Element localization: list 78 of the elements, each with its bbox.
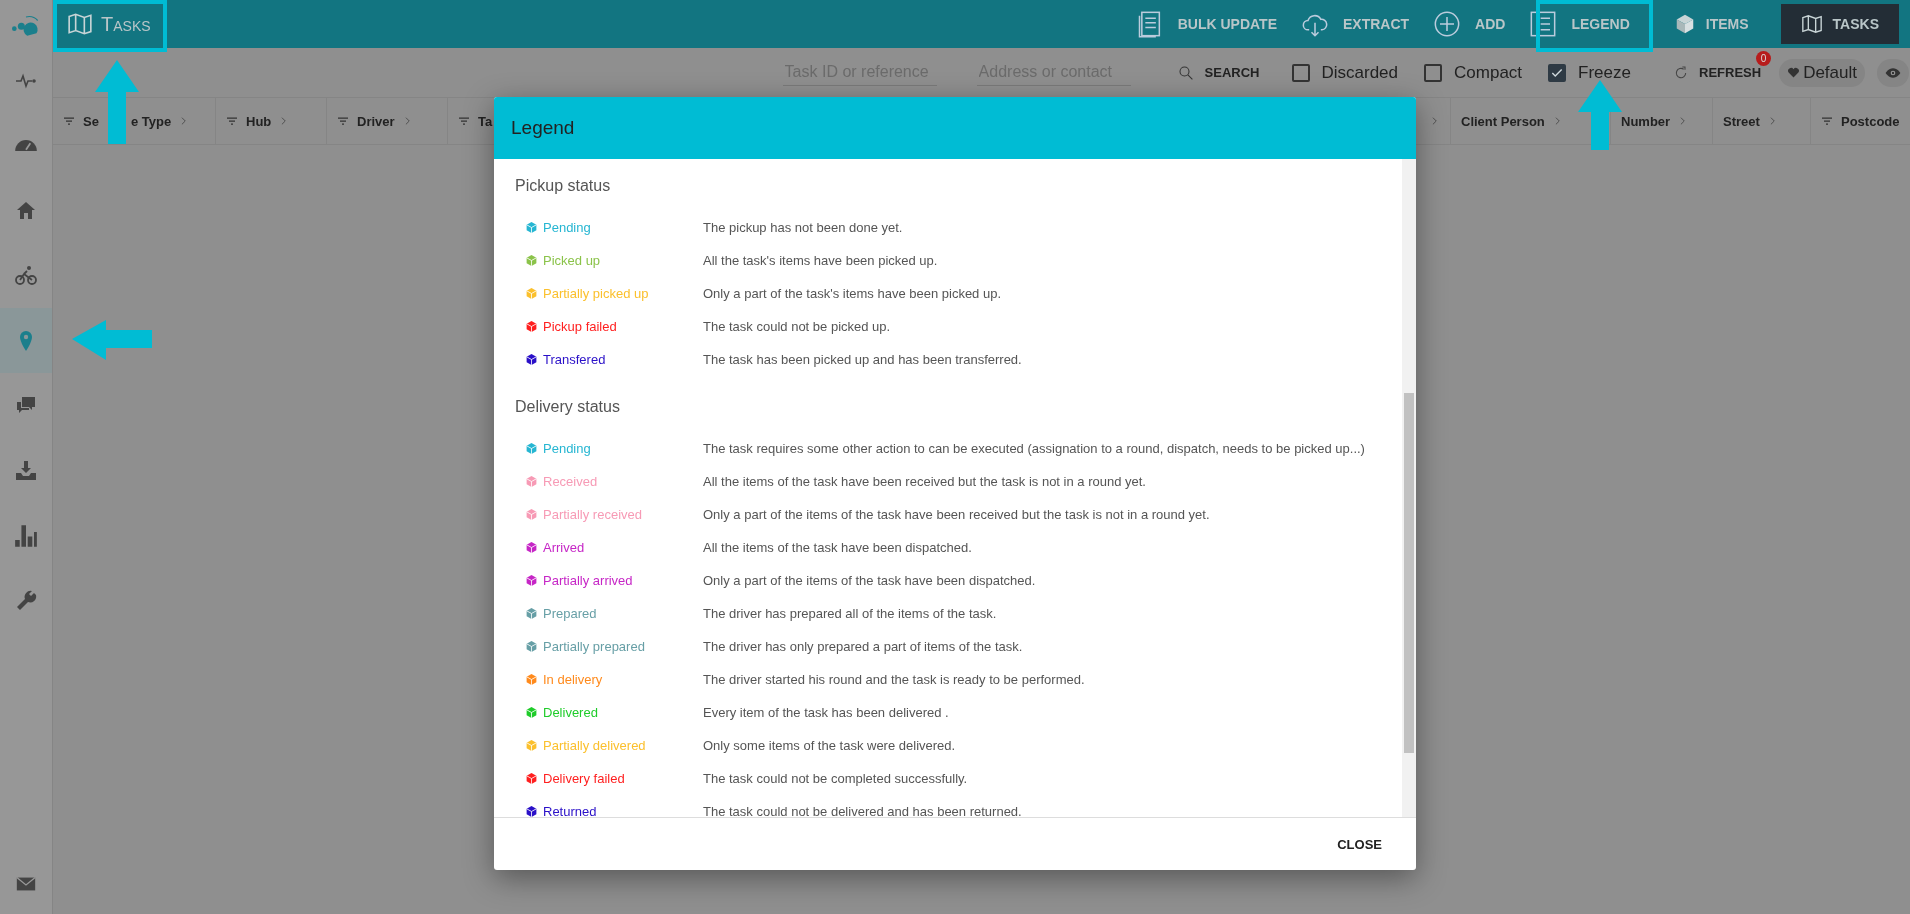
download-tray-icon <box>14 458 38 483</box>
column-header[interactable]: Hub <box>246 113 272 129</box>
checkbox-label: Compact <box>1454 62 1523 83</box>
toolbar-button[interactable]: ADD <box>1421 0 1518 48</box>
column-header[interactable]: Se <box>83 113 99 129</box>
status-label: Transfered <box>543 352 606 367</box>
toolbar-button[interactable]: BULK UPDATE <box>1123 0 1289 48</box>
title-text: Tasks <box>101 12 151 36</box>
close-button[interactable]: CLOSE <box>1327 828 1392 860</box>
status-label: Partially prepared <box>543 639 645 654</box>
status-description: The task could not be picked up. <box>703 319 891 334</box>
status-label: Partially arrived <box>543 573 633 588</box>
column-header[interactable]: e Type <box>130 113 172 129</box>
status-label: Returned <box>543 804 597 819</box>
section-title: Pickup status <box>515 176 612 196</box>
view-tab[interactable]: ITEMS <box>1653 4 1769 44</box>
checkbox-label: Discarded <box>1321 62 1399 83</box>
map-icon <box>1800 13 1823 35</box>
status-description: The task could not be delivered and has been returned. <box>703 804 1022 819</box>
preset-chip[interactable]: Default <box>1779 58 1865 87</box>
status-label: Prepared <box>543 606 597 621</box>
status-label: Partially picked up <box>543 286 649 301</box>
status-label: Partially received <box>543 507 642 522</box>
status-label: Delivered <box>543 705 598 720</box>
status-description: Only a part of the items of the task have been dispatched. <box>703 573 1036 588</box>
checkbox[interactable] <box>1424 63 1443 82</box>
status-label: Delivery failed <box>543 771 625 786</box>
status-description: Only some items of the task were delivered. <box>703 738 956 753</box>
status-label: In delivery <box>543 672 603 687</box>
scrollbar[interactable] <box>1402 159 1416 817</box>
heart-icon <box>1787 66 1801 79</box>
column-header[interactable]: Client Person <box>1461 113 1545 129</box>
toolbar-button[interactable]: EXTRACT <box>1289 0 1422 48</box>
column-header[interactable]: Ta <box>478 113 493 129</box>
status-description: The driver has only prepared a part of items of the task. <box>703 639 1023 654</box>
bar-chart-icon <box>14 523 38 548</box>
search-icon <box>1176 63 1195 82</box>
annotation-arrow <box>1578 80 1622 150</box>
status-description: The task requires some other action to can be executed (assignation to a round, dispatch, needs to be picked up...) <box>703 441 1365 456</box>
status-description: Only a part of the task's items have been picked up. <box>703 286 1002 301</box>
status-label: Arrived <box>543 540 585 555</box>
checkbox[interactable] <box>1291 63 1310 82</box>
section-title: Delivery status <box>515 397 621 417</box>
status-label: Partially delivered <box>543 738 646 753</box>
status-label: Pickup failed <box>543 319 617 334</box>
status-description: The driver started his round and the task is ready to be performed. <box>703 672 1085 687</box>
column-header[interactable]: Postcode <box>1841 113 1900 129</box>
status-description: Only a part of the items of the task have been received but the task is not in a round yet. <box>703 507 1210 522</box>
status-label: Received <box>543 474 598 489</box>
chevron-icon <box>1430 115 1440 127</box>
status-description: Every item of the task has been delivered . <box>703 705 949 720</box>
status-description: All the items of the task have been dispatched. <box>703 540 972 555</box>
checkbox-label: Freeze <box>1578 62 1631 83</box>
status-description: The pickup has not been done yet. <box>703 220 903 235</box>
column-header[interactable]: Street <box>1723 113 1760 129</box>
status-description: All the task's items have been picked up. <box>703 253 938 268</box>
status-description: The task has been picked up and has been transferred. <box>703 352 1022 367</box>
toolbar-button[interactable]: LEGEND <box>1517 0 1642 48</box>
column-header[interactable]: Driver <box>357 113 395 129</box>
status-label: Pending <box>543 220 591 235</box>
status-description: The driver has prepared all of the items of the task. <box>703 606 997 621</box>
add-icon <box>1433 10 1462 38</box>
status-label: Pending <box>543 441 591 456</box>
column-header[interactable]: Number <box>1621 113 1671 129</box>
gauge-icon <box>14 139 38 152</box>
list-icon <box>1529 10 1558 38</box>
status-label: Picked up <box>543 253 601 268</box>
view-tab[interactable]: TASKS <box>1780 4 1899 44</box>
count-badge: 0 <box>1756 50 1772 66</box>
map-icon <box>67 11 93 37</box>
bicycle-icon <box>14 263 38 288</box>
status-description: All the items of the task have been received but the task is not in a round yet. <box>703 474 1146 489</box>
checkbox[interactable] <box>1548 63 1567 82</box>
refresh-icon <box>1673 64 1689 81</box>
dialog-title: Legend <box>511 117 575 139</box>
status-description: The task could not be completed successfully. <box>703 771 968 786</box>
search-button[interactable]: SEARCH <box>1170 59 1266 86</box>
visibility-button[interactable] <box>1877 58 1909 87</box>
